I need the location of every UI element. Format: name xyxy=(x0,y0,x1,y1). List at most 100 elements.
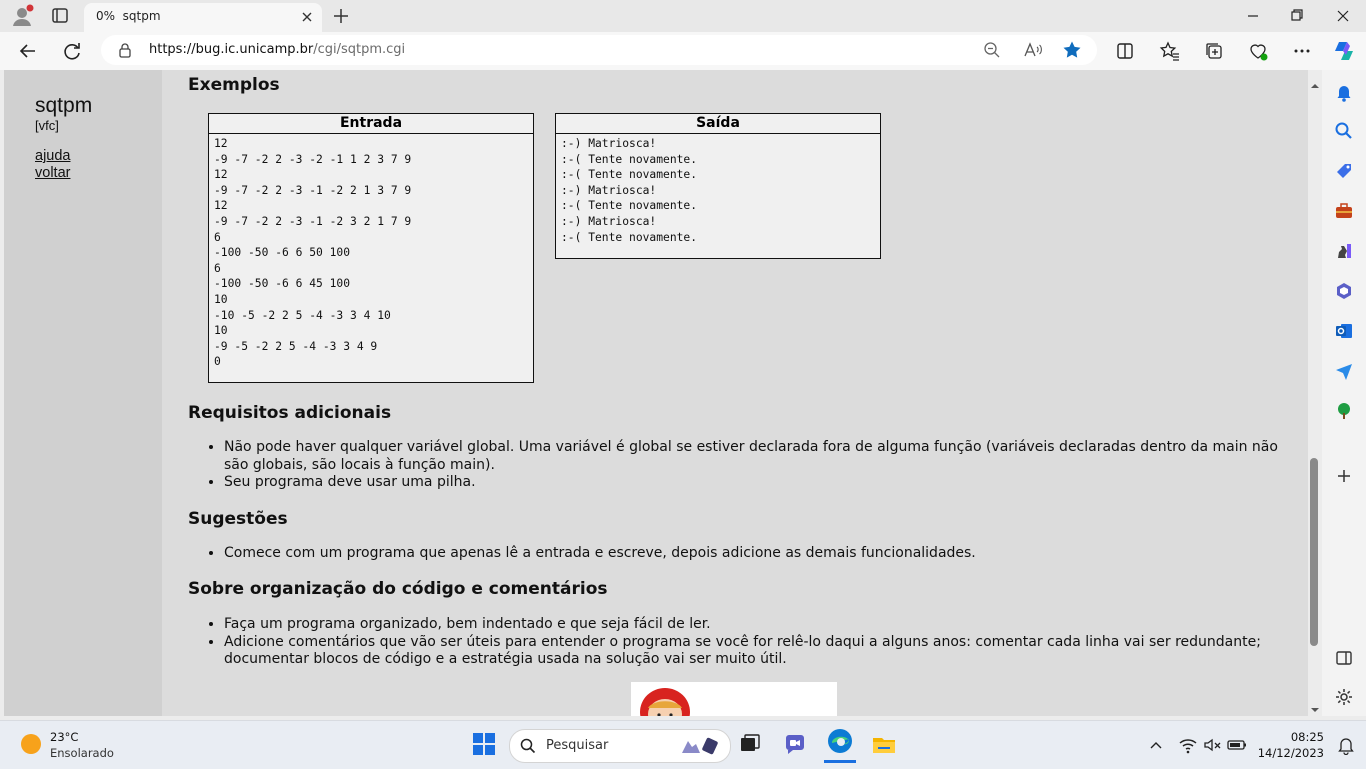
input-line: 0 xyxy=(214,355,221,369)
shopping-tag-icon[interactable] xyxy=(1334,161,1354,181)
scroll-up-icon[interactable] xyxy=(1310,76,1320,88)
file-explorer-icon[interactable] xyxy=(869,729,899,759)
input-line: 12 xyxy=(214,199,228,213)
output-header: Saída xyxy=(556,114,880,134)
output-line: :-( Tente novamente. xyxy=(561,199,698,213)
browser-essentials-icon[interactable] xyxy=(1244,37,1272,65)
input-line: -9 -7 -2 2 -3 -2 -1 1 2 3 7 9 xyxy=(214,152,412,166)
url-text[interactable]: https://bug.ic.unicamp.br/cgi/sqtpm.cgi xyxy=(149,42,405,57)
search-placeholder: Pesquisar xyxy=(546,738,609,753)
input-line: 12 xyxy=(214,137,228,150)
clock-time[interactable]: 08:25 xyxy=(1268,730,1324,744)
list-item: Adicione comentários que vão ser úteis p… xyxy=(224,634,1264,669)
tab-actions-icon[interactable] xyxy=(48,6,72,26)
input-line: 10 xyxy=(214,292,228,306)
volume-muted-icon[interactable] xyxy=(1202,735,1222,755)
refresh-icon[interactable] xyxy=(58,37,86,65)
input-example-box: Entrada 12 -9 -7 -2 2 -3 -2 -1 1 2 3 7 9 1… xyxy=(208,113,534,383)
restore-icon[interactable] xyxy=(1274,4,1320,28)
favorites-icon[interactable] xyxy=(1156,37,1184,65)
input-lines: 12 -9 -7 -2 2 -3 -2 -1 1 2 3 7 9 12 -9 -7 -… xyxy=(209,134,533,372)
copilot-icon[interactable] xyxy=(1330,37,1358,65)
search-icon xyxy=(520,738,536,754)
settings-gear-icon[interactable] xyxy=(1334,687,1354,707)
address-bar[interactable]: https://bug.ic.unicamp.br/cgi/sqtpm.cgi xyxy=(101,35,1097,65)
outlook-icon[interactable] xyxy=(1334,321,1354,341)
tree-icon[interactable] xyxy=(1334,401,1354,421)
link-ajuda[interactable]: ajuda xyxy=(35,148,70,164)
site-sidebar: sqtpm [vfc] ajuda voltar xyxy=(4,70,162,716)
edge-browser-taskbar-icon[interactable] xyxy=(824,725,856,763)
add-icon[interactable] xyxy=(1334,466,1354,486)
output-line: :-( Tente novamente. xyxy=(561,168,698,182)
output-line: :-( Tente novamente. xyxy=(561,152,698,166)
heading-suggestions: Sugestões xyxy=(188,509,288,529)
taskbar-search-box[interactable]: Pesquisar xyxy=(509,729,731,763)
input-line: 10 xyxy=(214,324,228,338)
close-window-icon[interactable] xyxy=(1320,4,1366,28)
list-item: Comece com um programa que apenas lê a e… xyxy=(224,545,1294,563)
games-chess-icon[interactable] xyxy=(1334,241,1354,261)
weather-description[interactable]: Ensolarado xyxy=(50,746,114,760)
zoom-out-icon[interactable] xyxy=(983,41,1001,59)
task-view-icon[interactable] xyxy=(735,729,765,759)
new-tab-icon[interactable] xyxy=(330,5,352,27)
heading-examples: Exemplos xyxy=(188,75,280,95)
input-line: -100 -50 -6 6 45 100 xyxy=(214,277,351,291)
more-options-icon[interactable] xyxy=(1288,37,1316,65)
matryoshka-image xyxy=(631,682,837,716)
organization-list: Faça um programa organizado, bem indenta… xyxy=(188,616,1264,669)
scroll-down-icon[interactable] xyxy=(1310,700,1320,712)
clock-date[interactable]: 14/12/2023 xyxy=(1252,746,1324,760)
input-line: 12 xyxy=(214,168,228,182)
favorite-star-icon[interactable] xyxy=(1062,40,1082,60)
minimize-icon[interactable] xyxy=(1230,4,1276,28)
split-screen-icon[interactable] xyxy=(1111,37,1139,65)
battery-icon[interactable] xyxy=(1226,735,1248,755)
input-line: -9 -5 -2 2 5 -4 -3 3 4 9 xyxy=(214,339,378,353)
weather-sun-icon[interactable] xyxy=(20,733,42,755)
input-line: -9 -7 -2 2 -3 -1 -2 2 1 3 7 9 xyxy=(214,183,412,197)
teams-chat-icon[interactable] xyxy=(780,729,810,759)
input-line: 6 xyxy=(214,230,221,244)
notification-bell-icon[interactable] xyxy=(1336,735,1356,756)
url-host: https://bug.ic.unicamp.br xyxy=(149,42,314,57)
user-tag: [vfc] xyxy=(35,118,59,133)
wifi-icon[interactable] xyxy=(1178,735,1198,755)
link-voltar[interactable]: voltar xyxy=(35,165,70,181)
suggestions-list: Comece com um programa que apenas lê a e… xyxy=(188,545,1294,563)
search-icon[interactable] xyxy=(1334,121,1354,141)
microsoft365-icon[interactable] xyxy=(1334,281,1354,301)
send-icon[interactable] xyxy=(1334,361,1354,381)
input-header: Entrada xyxy=(209,114,533,134)
back-arrow-icon[interactable] xyxy=(14,37,42,65)
input-line: -100 -50 -6 6 50 100 xyxy=(214,246,351,260)
browser-tab-active[interactable]: 0% sqtpm xyxy=(84,3,322,33)
output-line: :-) Matriosca! xyxy=(561,137,657,150)
page-scrollbar[interactable] xyxy=(1308,70,1322,716)
output-lines: :-) Matriosca!:-( Tente novamente.:-( Te… xyxy=(556,134,880,247)
navigation-bar: https://bug.ic.unicamp.br/cgi/sqtpm.cgi xyxy=(0,32,1366,70)
read-aloud-icon[interactable] xyxy=(1023,41,1043,59)
close-tab-icon[interactable] xyxy=(298,8,316,26)
page-viewport: sqtpm [vfc] ajuda voltar Exemplos Entrad… xyxy=(4,70,1308,716)
profile-avatar-icon[interactable] xyxy=(10,4,34,28)
input-line: -9 -7 -2 2 -3 -1 -2 3 2 1 7 9 xyxy=(214,214,412,228)
chevron-up-icon[interactable] xyxy=(1148,737,1164,753)
lock-icon[interactable] xyxy=(117,42,133,58)
output-example-box: Saída :-) Matriosca!:-( Tente novamente.… xyxy=(555,113,881,259)
collections-icon[interactable] xyxy=(1200,37,1228,65)
url-path: /cgi/sqtpm.cgi xyxy=(313,42,406,57)
tools-briefcase-icon[interactable] xyxy=(1334,201,1354,221)
list-item: Faça um programa organizado, bem indenta… xyxy=(224,616,1264,634)
main-content: Exemplos Entrada 12 -9 -7 -2 2 -3 -2 -1 1… xyxy=(188,70,1298,716)
search-highlight-icon xyxy=(676,735,722,757)
heading-organization: Sobre organização do código e comentário… xyxy=(188,579,608,599)
output-line: :-) Matriosca! xyxy=(561,183,657,197)
notifications-bell-icon[interactable] xyxy=(1334,82,1354,102)
sidebar-toggle-icon[interactable] xyxy=(1334,648,1354,668)
weather-temperature[interactable]: 23°C xyxy=(50,730,78,744)
scroll-thumb[interactable] xyxy=(1310,458,1318,646)
windows-start-icon[interactable] xyxy=(469,729,499,759)
site-title: sqtpm xyxy=(35,94,93,117)
